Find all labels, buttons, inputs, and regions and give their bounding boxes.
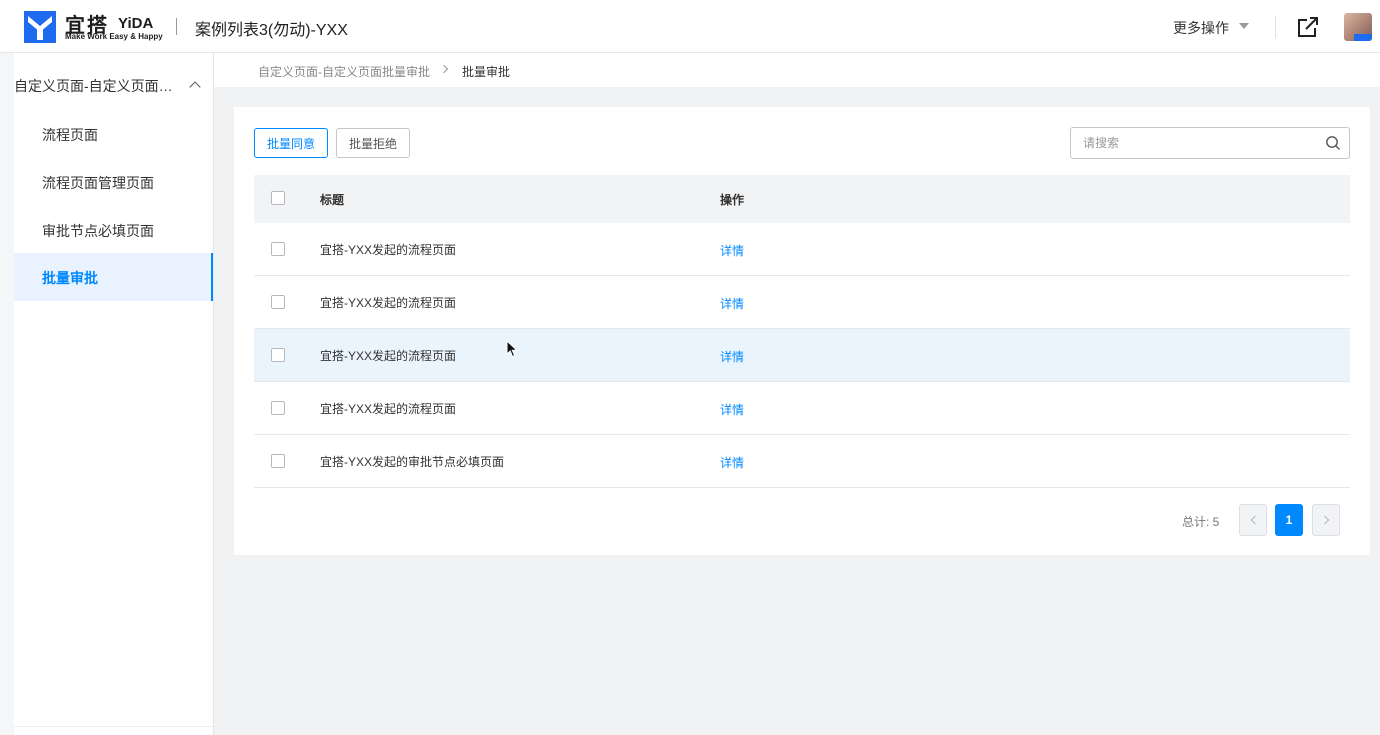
row-detail-link[interactable]: 详情 xyxy=(720,295,744,312)
sidebar-item-label: 流程页面 xyxy=(42,127,98,143)
row-checkbox[interactable] xyxy=(271,348,285,362)
row-checkbox[interactable] xyxy=(271,295,285,309)
chevron-up-icon[interactable] xyxy=(189,81,201,93)
row-title: 宜搭-YXX发起的流程页面 xyxy=(320,243,457,257)
avatar-badge xyxy=(1354,34,1372,41)
pagination-total: 总计: 5 xyxy=(1182,515,1220,529)
row-checkbox[interactable] xyxy=(271,242,285,256)
row-detail-link[interactable]: 详情 xyxy=(720,401,744,418)
batch-reject-button[interactable]: 批量拒绝 xyxy=(336,128,410,158)
breadcrumb: 自定义页面-自定义页面批量审批 批量审批 xyxy=(214,53,1380,87)
table-row[interactable]: 宜搭-YXX发起的流程页面 详情 xyxy=(254,223,1350,276)
chevron-right-icon xyxy=(1320,515,1330,525)
brand-slogan: Make Work Easy & Happy xyxy=(65,32,163,41)
sidebar-group-title[interactable]: 自定义页面-自定义页面批量审批 xyxy=(14,76,184,96)
pagination-prev-button[interactable] xyxy=(1239,504,1267,536)
sidebar-item-label: 审批节点必填页面 xyxy=(42,223,154,239)
table-row[interactable]: 宜搭-YXX发起的流程页面 详情 xyxy=(254,382,1350,435)
external-link-icon[interactable] xyxy=(1296,15,1320,39)
sidebar-item-label: 批量审批 xyxy=(42,270,98,286)
sidebar-bottom-divider xyxy=(14,726,213,727)
sidebar: 自定义页面-自定义页面批量审批 流程页面 流程页面管理页面 审批节点必填页面 批… xyxy=(0,53,214,735)
more-actions-button[interactable]: 更多操作 xyxy=(1173,18,1229,38)
chevron-left-icon xyxy=(1250,515,1260,525)
search-icon[interactable] xyxy=(1325,135,1341,151)
table-row[interactable]: 宜搭-YXX发起的流程页面 详情 xyxy=(254,329,1350,382)
pagination-page-button[interactable]: 1 xyxy=(1275,504,1303,536)
row-title: 宜搭-YXX发起的流程页面 xyxy=(320,349,457,363)
header-separator xyxy=(1275,16,1276,38)
row-title: 宜搭-YXX发起的审批节点必填页面 xyxy=(320,455,505,469)
caret-down-icon[interactable] xyxy=(1239,23,1249,29)
search-box xyxy=(1070,127,1350,159)
content-card: 批量同意 批量拒绝 标题 操作 宜搭-YXX发起的流程页面 详情 宜搭-YXX发… xyxy=(234,107,1370,555)
row-detail-link[interactable]: 详情 xyxy=(720,348,744,365)
table-row[interactable]: 宜搭-YXX发起的流程页面 详情 xyxy=(254,276,1350,329)
select-all-checkbox[interactable] xyxy=(271,191,285,205)
mouse-cursor-icon xyxy=(506,340,518,358)
app-title: 案例列表3(勿动)-YXX xyxy=(195,22,348,39)
sidebar-item-process-manage-page[interactable]: 流程页面管理页面 xyxy=(0,158,213,206)
row-title: 宜搭-YXX发起的流程页面 xyxy=(320,402,457,416)
yida-logo-icon[interactable] xyxy=(24,11,56,43)
row-title: 宜搭-YXX发起的流程页面 xyxy=(320,296,457,310)
column-header-action: 操作 xyxy=(720,193,745,207)
table-row[interactable]: 宜搭-YXX发起的审批节点必填页面 详情 xyxy=(254,435,1350,488)
search-input[interactable] xyxy=(1071,128,1317,158)
sidebar-item-label: 流程页面管理页面 xyxy=(42,175,154,191)
brand-name-en: YiDA xyxy=(118,15,154,32)
top-header: 宜搭 YiDA Make Work Easy & Happy 案例列表3(勿动)… xyxy=(0,0,1380,53)
column-header-title: 标题 xyxy=(320,193,345,207)
sidebar-item-batch-approval[interactable]: 批量审批 xyxy=(0,253,213,301)
row-detail-link[interactable]: 详情 xyxy=(720,454,744,471)
row-checkbox[interactable] xyxy=(271,454,285,468)
sidebar-item-required-node-page[interactable]: 审批节点必填页面 xyxy=(0,206,213,254)
row-detail-link[interactable]: 详情 xyxy=(720,242,744,259)
chevron-right-icon xyxy=(439,64,449,74)
user-avatar[interactable] xyxy=(1344,13,1372,41)
breadcrumb-current: 批量审批 xyxy=(462,65,511,79)
table-header: 标题 操作 xyxy=(254,175,1350,223)
breadcrumb-parent[interactable]: 自定义页面-自定义页面批量审批 xyxy=(258,63,430,80)
header-divider xyxy=(176,18,177,35)
row-checkbox[interactable] xyxy=(271,401,285,415)
sidebar-item-process-page[interactable]: 流程页面 xyxy=(0,110,213,158)
sidebar-edge xyxy=(0,53,14,735)
pagination-next-button[interactable] xyxy=(1312,504,1340,536)
batch-approve-button[interactable]: 批量同意 xyxy=(254,128,328,158)
